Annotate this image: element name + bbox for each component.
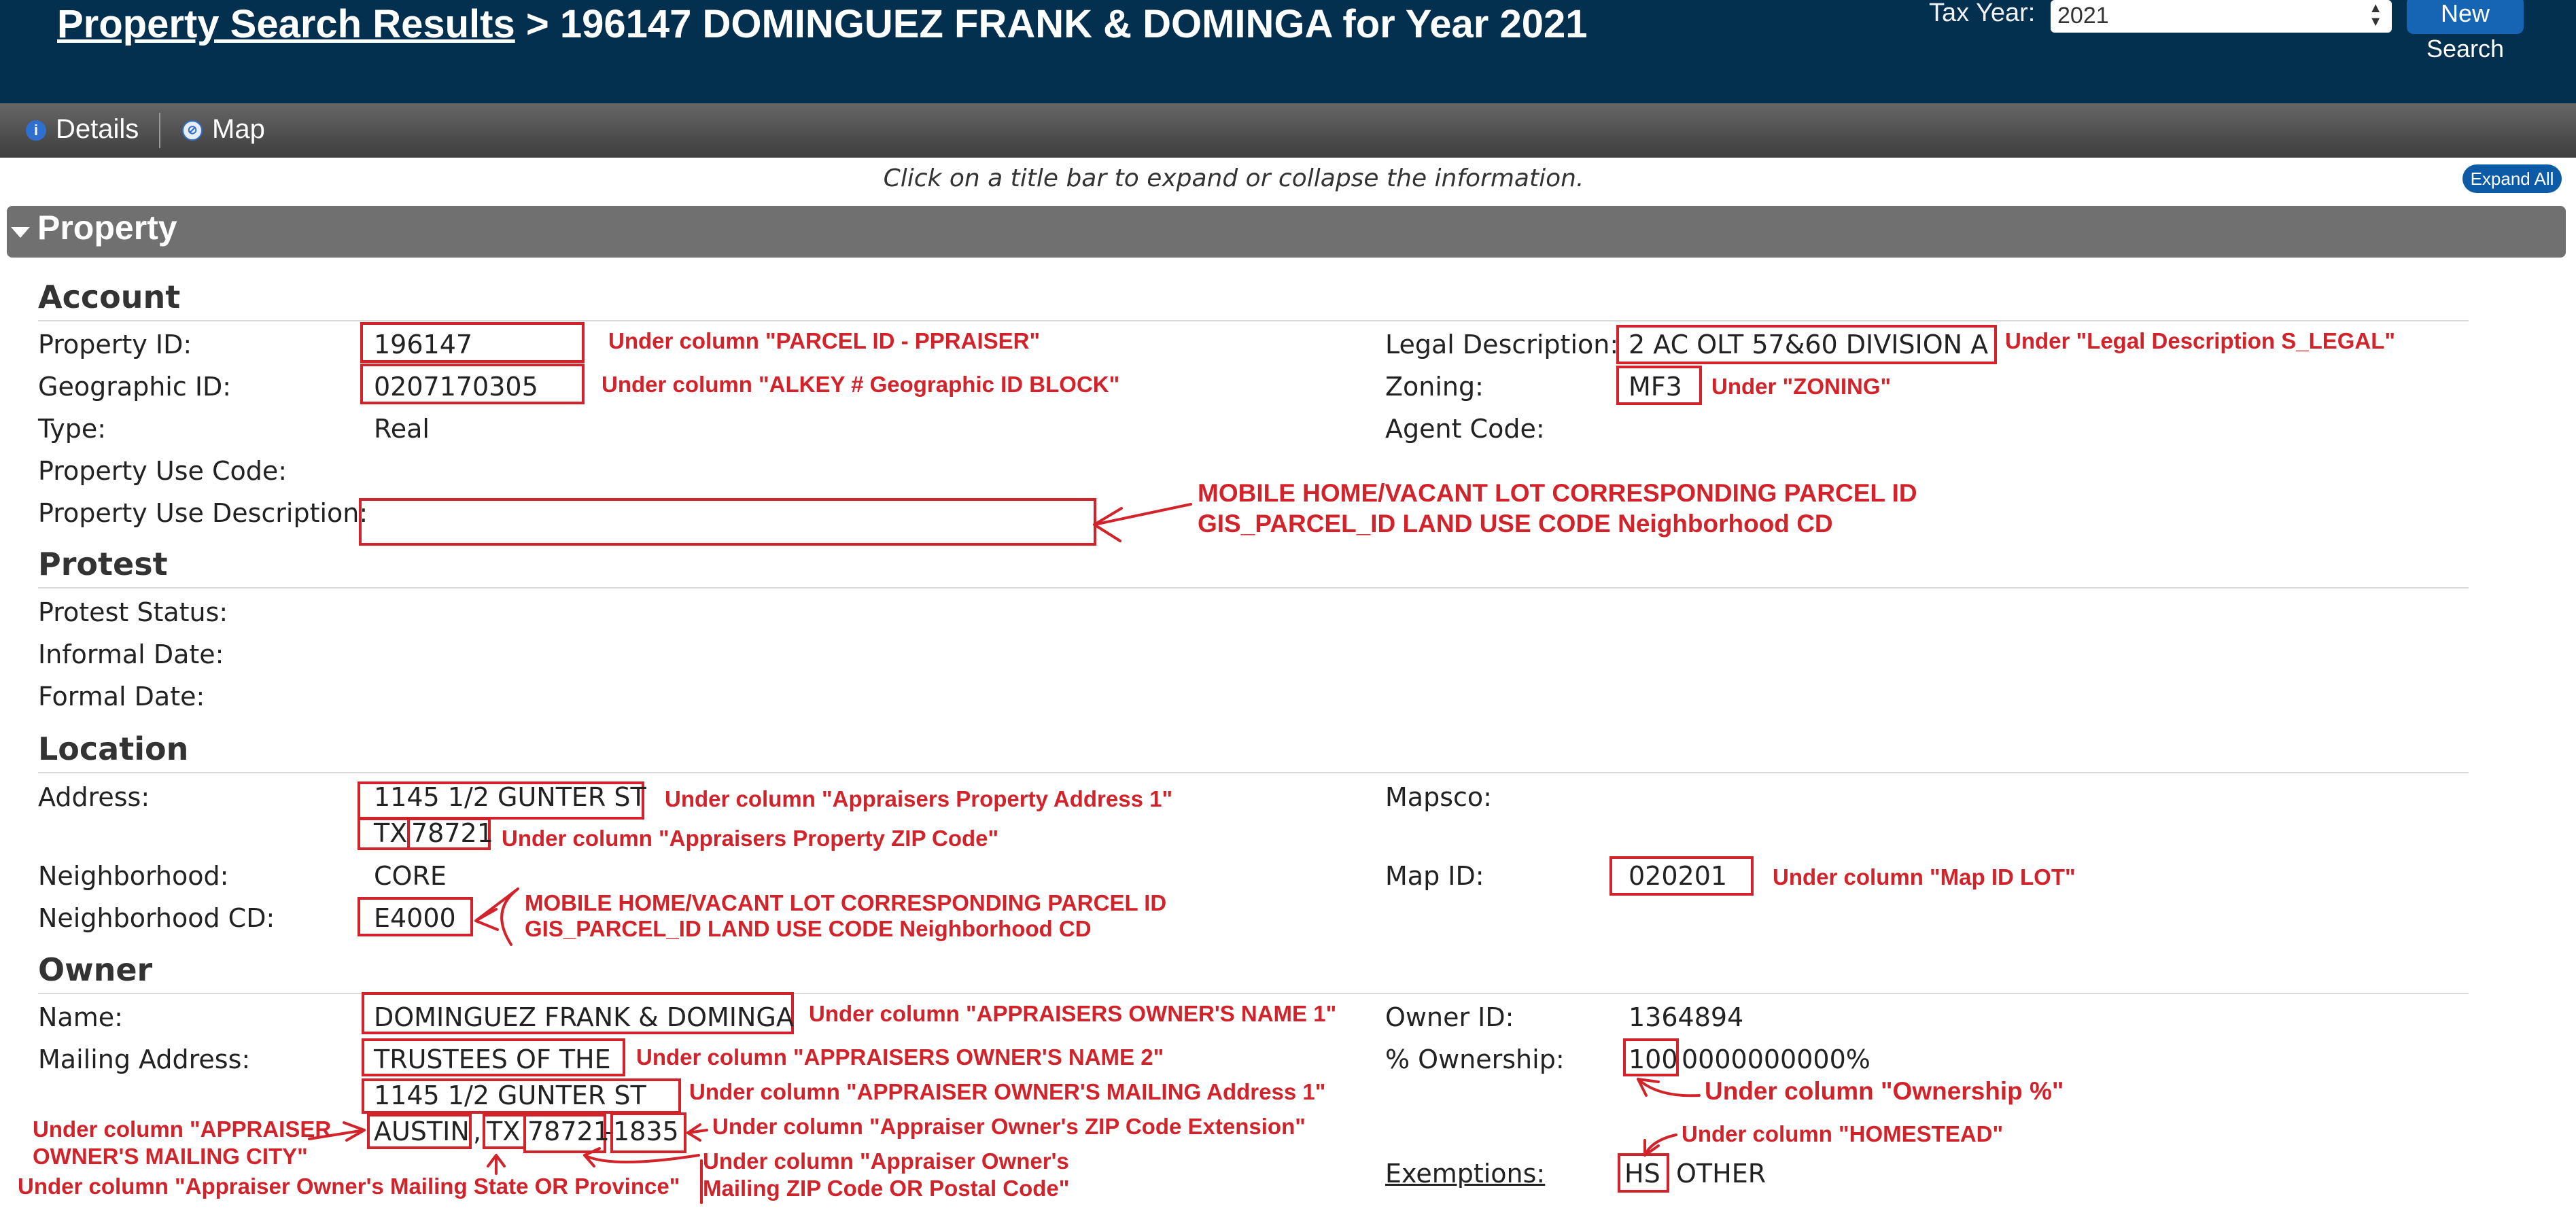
arrow-use-desc <box>1093 503 1192 542</box>
arrow-zip-ext <box>686 1123 708 1142</box>
arrow-mail-zip <box>583 1147 700 1167</box>
arrow-ownership <box>1637 1078 1701 1097</box>
annotation-arrows <box>308 503 1701 1204</box>
arrow-ncd <box>474 887 519 946</box>
arrow-homestead <box>1643 1133 1677 1157</box>
arrow-city <box>308 1121 366 1142</box>
arrow-state <box>487 1154 506 1175</box>
